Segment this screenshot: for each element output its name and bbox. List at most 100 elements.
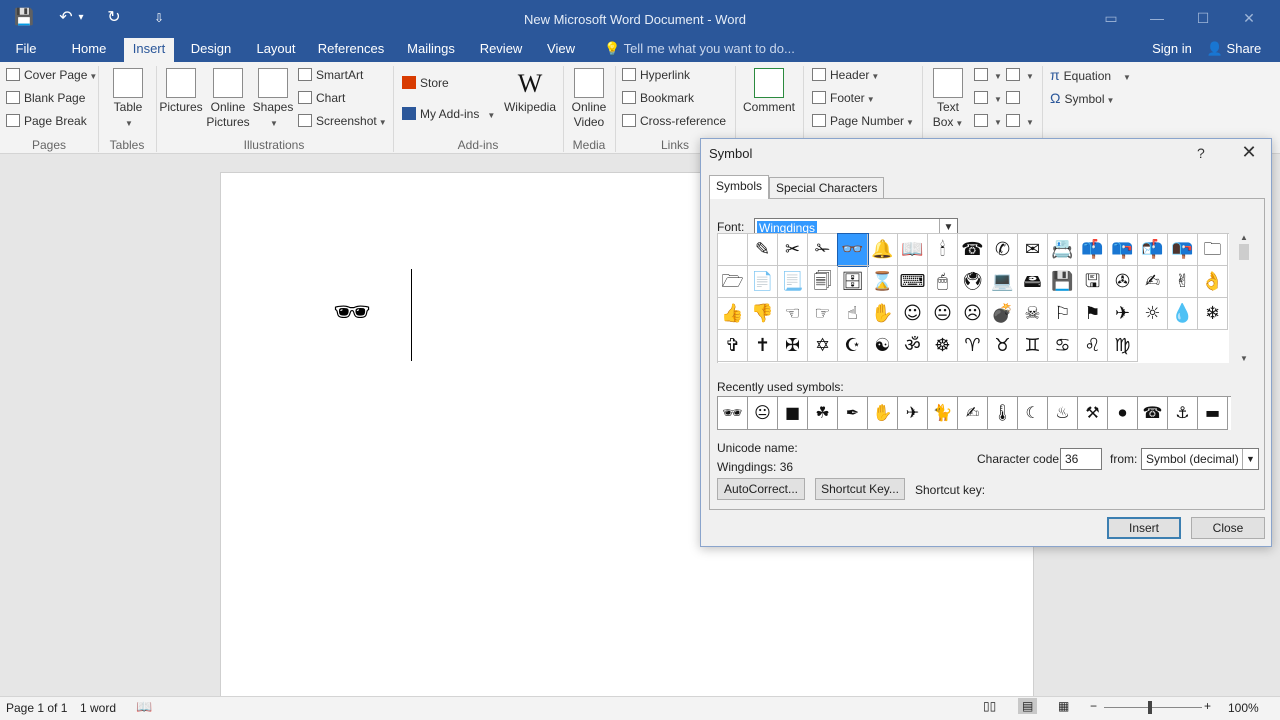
symbol-cell[interactable]: 🖫 — [1078, 266, 1108, 298]
comment-button[interactable]: Comment — [740, 68, 798, 115]
tab-symbols[interactable]: Symbols — [709, 175, 770, 199]
maximize-icon[interactable]: ☐ — [1180, 8, 1226, 28]
hyperlink-button[interactable]: Hyperlink — [622, 68, 690, 82]
close-window-icon[interactable]: ✕ — [1226, 8, 1272, 28]
tab-review[interactable]: Review — [476, 38, 526, 62]
symbol-cell[interactable]: ❄ — [1198, 298, 1228, 330]
symbol-cell[interactable]: ☝ — [838, 298, 868, 330]
tell-me-search[interactable]: 💡 Tell me what you want to do... — [604, 38, 795, 60]
zoom-out-icon[interactable]: − — [1090, 699, 1097, 713]
quick-parts-button[interactable]: ▼ — [974, 68, 1002, 84]
close-icon[interactable]: ✕ — [1237, 142, 1261, 163]
symbol-cell[interactable]: 📇 — [1048, 234, 1078, 266]
symbol-cell[interactable]: 😐 — [928, 298, 958, 330]
share-button[interactable]: 👤 Share — [1204, 38, 1264, 62]
symbol-cell[interactable]: ♋ — [1048, 330, 1078, 362]
symbol-cell[interactable]: 📭 — [1168, 234, 1198, 266]
proofing-icon[interactable]: 📖 — [136, 699, 152, 715]
recent-symbol-cell[interactable]: ✈ — [898, 397, 928, 430]
symbol-cell[interactable]: ⚐ — [1048, 298, 1078, 330]
web-layout-icon[interactable]: ▦ — [1058, 699, 1069, 713]
symbol-cell[interactable]: ॐ — [898, 330, 928, 362]
symbol-cell[interactable]: 🕯 — [928, 234, 958, 266]
recent-symbol-cell[interactable]: 🕶 — [718, 397, 748, 430]
text-box-button[interactable]: Text Box ▼ — [928, 68, 968, 131]
drop-cap-button[interactable]: ▼ — [974, 114, 1002, 130]
scroll-down-icon[interactable]: ▼ — [1237, 354, 1251, 363]
chevron-down-icon[interactable]: ▼ — [1242, 449, 1258, 469]
read-mode-icon[interactable]: ▯▯ — [983, 699, 996, 713]
header-button[interactable]: Header ▼ — [812, 68, 879, 84]
recent-symbol-cell[interactable]: ✒ — [838, 397, 868, 430]
screenshot-button[interactable]: Screenshot ▼ — [298, 114, 387, 130]
symbol-cell[interactable]: 📫 — [1078, 234, 1108, 266]
my-addins-button[interactable]: My Add-ins ▼ — [402, 107, 495, 123]
symbol-cell[interactable]: 🖱 — [928, 266, 958, 298]
symbol-cell[interactable]: ☜ — [778, 298, 808, 330]
character-code-input[interactable]: 36 — [1060, 448, 1102, 470]
recent-symbol-cell[interactable]: ♨ — [1048, 397, 1078, 430]
symbol-cell[interactable]: ☯ — [868, 330, 898, 362]
zoom-slider-thumb[interactable] — [1148, 701, 1152, 714]
store-button[interactable]: Store — [402, 76, 449, 90]
symbol-grid[interactable]: ✎ ✂ ✁ 👓 🔔 📖 🕯 ☎ ✆ ✉ 📇 📫 📪 📬 📭 🗀 🗁 📄 📃 🗐 🗄 ⌛ ⌨ 🖱 🖲 💻 🖴 💾 🖫 ✇ ✍ ✌ 👌 👍 👎 ☜ ☞ ☝ ✋ ☺… — [717, 233, 1229, 363]
tab-view[interactable]: View — [540, 38, 582, 62]
help-icon[interactable]: ? — [1197, 145, 1205, 161]
symbol-cell[interactable]: ♉ — [988, 330, 1018, 362]
symbol-cell[interactable]: ☠ — [1018, 298, 1048, 330]
recent-symbol-cell[interactable]: ⏺ — [1108, 397, 1138, 430]
scroll-up-icon[interactable]: ▲ — [1237, 233, 1251, 242]
symbol-cell[interactable]: ☹ — [958, 298, 988, 330]
recent-symbol-cell[interactable]: ☾ — [1018, 397, 1048, 430]
symbol-cell[interactable]: ☸ — [928, 330, 958, 362]
tab-insert[interactable]: Insert — [124, 38, 174, 62]
symbol-cell[interactable]: 🗁 — [718, 266, 748, 298]
zoom-in-icon[interactable]: + — [1204, 699, 1211, 713]
tab-design[interactable]: Design — [184, 38, 238, 62]
symbol-cell[interactable]: ✉ — [1018, 234, 1048, 266]
tab-references[interactable]: References — [314, 38, 388, 62]
tab-home[interactable]: Home — [64, 38, 114, 62]
symbol-cell[interactable]: ⌛ — [868, 266, 898, 298]
online-pictures-button[interactable]: Online Pictures — [204, 68, 252, 130]
zoom-slider[interactable] — [1104, 707, 1202, 708]
symbol-cell[interactable]: ✇ — [1108, 266, 1138, 298]
symbol-cell[interactable]: ✝ — [748, 330, 778, 362]
tab-mailings[interactable]: Mailings — [402, 38, 460, 62]
footer-button[interactable]: Footer ▼ — [812, 91, 875, 107]
symbol-cell[interactable]: ✂ — [778, 234, 808, 266]
shortcut-key-button[interactable]: Shortcut Key... — [815, 478, 905, 500]
symbol-cell[interactable]: ✡ — [808, 330, 838, 362]
chart-button[interactable]: Chart — [298, 91, 345, 105]
word-count[interactable]: 1 word — [80, 701, 116, 715]
symbol-cell[interactable]: ✈ — [1108, 298, 1138, 330]
recent-symbol-cell[interactable]: ✋ — [868, 397, 898, 430]
cover-page-button[interactable]: Cover Page ▼ — [6, 68, 97, 84]
symbol-cell[interactable]: ✎ — [748, 234, 778, 266]
recent-symbol-cell[interactable]: ✍ — [958, 397, 988, 430]
symbol-cell[interactable]: ☪ — [838, 330, 868, 362]
symbol-cell[interactable]: ☞ — [808, 298, 838, 330]
symbol-cell[interactable]: 💾 — [1048, 266, 1078, 298]
recent-symbol-cell[interactable]: ☘ — [808, 397, 838, 430]
symbol-button[interactable]: Ω Symbol ▼ — [1050, 91, 1114, 108]
symbol-cell[interactable]: ♈ — [958, 330, 988, 362]
recent-symbol-cell[interactable]: ▬ — [1198, 397, 1228, 430]
symbol-cell[interactable]: ✆ — [988, 234, 1018, 266]
table-button[interactable]: Table ▼ — [104, 68, 152, 131]
close-button[interactable]: Close — [1191, 517, 1265, 539]
bookmark-button[interactable]: Bookmark — [622, 91, 694, 105]
recent-symbols[interactable]: 🕶 😐 ■ ☘ ✒ ✋ ✈ 🐈 ✍ 🌡 ☾ ♨ ⚒ ⏺ ☎ ⚓ ▬ — [717, 396, 1231, 430]
symbol-cell[interactable]: ✍ — [1138, 266, 1168, 298]
symbol-cell[interactable]: ♌ — [1078, 330, 1108, 362]
symbol-cell[interactable]: ☎ — [958, 234, 988, 266]
symbol-cell[interactable]: 👌 — [1198, 266, 1228, 298]
symbol-cell[interactable]: 🖴 — [1018, 266, 1048, 298]
symbol-grid-scrollbar[interactable]: ▲ ▼ — [1237, 233, 1251, 363]
tab-special-characters[interactable]: Special Characters — [769, 177, 885, 199]
smartart-button[interactable]: SmartArt — [298, 68, 363, 82]
symbol-cell[interactable]: 📬 — [1138, 234, 1168, 266]
symbol-cell[interactable]: 👎 — [748, 298, 778, 330]
blank-page-button[interactable]: Blank Page — [6, 91, 85, 105]
symbol-cell[interactable]: ✠ — [778, 330, 808, 362]
